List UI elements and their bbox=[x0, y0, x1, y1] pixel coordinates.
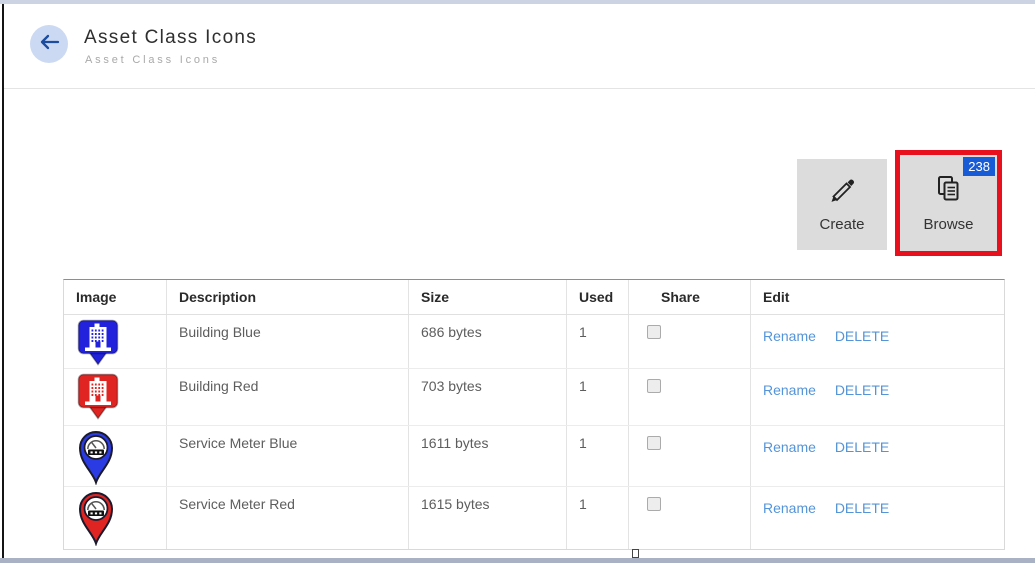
horizontal-scrollbar[interactable] bbox=[0, 558, 1035, 563]
page-subtitle: Asset Class Icons bbox=[85, 54, 220, 66]
delete-link[interactable]: DELETE bbox=[835, 500, 889, 516]
column-header-edit: Edit bbox=[751, 280, 1004, 314]
share-cell bbox=[629, 426, 751, 486]
page-title: Asset Class Icons bbox=[84, 27, 257, 49]
share-cell bbox=[629, 369, 751, 425]
browse-button-label: Browse bbox=[923, 216, 973, 233]
used-cell: 1 bbox=[567, 487, 629, 549]
rename-link[interactable]: Rename bbox=[763, 500, 816, 516]
pencil-icon bbox=[827, 176, 857, 211]
table-row: Service Meter Red 1615 bytes 1 Rename DE… bbox=[64, 487, 1004, 549]
app-window: Asset Class Icons Asset Class Icons Crea… bbox=[0, 0, 1035, 564]
create-button-label: Create bbox=[819, 216, 864, 233]
edit-cell: Rename DELETE bbox=[751, 369, 1004, 425]
delete-link[interactable]: DELETE bbox=[835, 382, 889, 398]
edit-cell: Rename DELETE bbox=[751, 426, 1004, 486]
description-cell: Building Red bbox=[167, 369, 409, 425]
rename-link[interactable]: Rename bbox=[763, 439, 816, 455]
used-cell: 1 bbox=[567, 369, 629, 425]
size-cell: 1615 bytes bbox=[409, 487, 567, 549]
image-cell bbox=[64, 315, 167, 368]
create-button[interactable]: Create bbox=[797, 159, 887, 250]
share-cell bbox=[629, 315, 751, 368]
table-row: Service Meter Blue 1611 bytes 1 Rename D… bbox=[64, 426, 1004, 487]
column-header-image: Image bbox=[64, 280, 167, 314]
delete-link[interactable]: DELETE bbox=[835, 439, 889, 455]
rename-link[interactable]: Rename bbox=[763, 382, 816, 398]
service-meter-pin-red-icon bbox=[76, 490, 116, 546]
delete-link[interactable]: DELETE bbox=[835, 328, 889, 344]
share-cell bbox=[629, 487, 751, 549]
building-marker-blue-icon bbox=[76, 318, 120, 366]
missing-character-glyph bbox=[632, 549, 639, 558]
table-row: Building Blue 686 bytes 1 Rename DELETE bbox=[64, 315, 1004, 369]
asset-icons-table: Image Description Size Used Share Edit bbox=[63, 279, 1005, 550]
column-header-description: Description bbox=[167, 280, 409, 314]
description-cell: Service Meter Blue bbox=[167, 426, 409, 486]
description-cell: Service Meter Red bbox=[167, 487, 409, 549]
column-header-size: Size bbox=[409, 280, 567, 314]
table-row: Building Red 703 bytes 1 Rename DELETE bbox=[64, 369, 1004, 426]
table-header-row: Image Description Size Used Share Edit bbox=[64, 280, 1004, 315]
rename-link[interactable]: Rename bbox=[763, 328, 816, 344]
arrow-left-icon bbox=[38, 33, 60, 56]
used-cell: 1 bbox=[567, 315, 629, 368]
share-checkbox[interactable] bbox=[647, 497, 661, 511]
column-header-used: Used bbox=[567, 280, 629, 314]
image-cell bbox=[64, 487, 167, 549]
share-checkbox[interactable] bbox=[647, 325, 661, 339]
size-cell: 703 bytes bbox=[409, 369, 567, 425]
browse-button-highlight: Browse 238 bbox=[895, 150, 1002, 256]
image-cell bbox=[64, 426, 167, 486]
copy-pages-icon bbox=[934, 174, 964, 211]
page-header: Asset Class Icons Asset Class Icons bbox=[4, 4, 1035, 89]
service-meter-pin-blue-icon bbox=[76, 429, 116, 485]
share-checkbox[interactable] bbox=[647, 436, 661, 450]
image-cell bbox=[64, 369, 167, 425]
edit-cell: Rename DELETE bbox=[751, 315, 1004, 368]
building-marker-red-icon bbox=[76, 372, 120, 420]
back-button[interactable] bbox=[30, 25, 68, 63]
size-cell: 1611 bytes bbox=[409, 426, 567, 486]
browse-count-badge: 238 bbox=[963, 157, 995, 176]
edit-cell: Rename DELETE bbox=[751, 487, 1004, 549]
size-cell: 686 bytes bbox=[409, 315, 567, 368]
description-cell: Building Blue bbox=[167, 315, 409, 368]
column-header-share: Share bbox=[629, 280, 751, 314]
used-cell: 1 bbox=[567, 426, 629, 486]
share-checkbox[interactable] bbox=[647, 379, 661, 393]
